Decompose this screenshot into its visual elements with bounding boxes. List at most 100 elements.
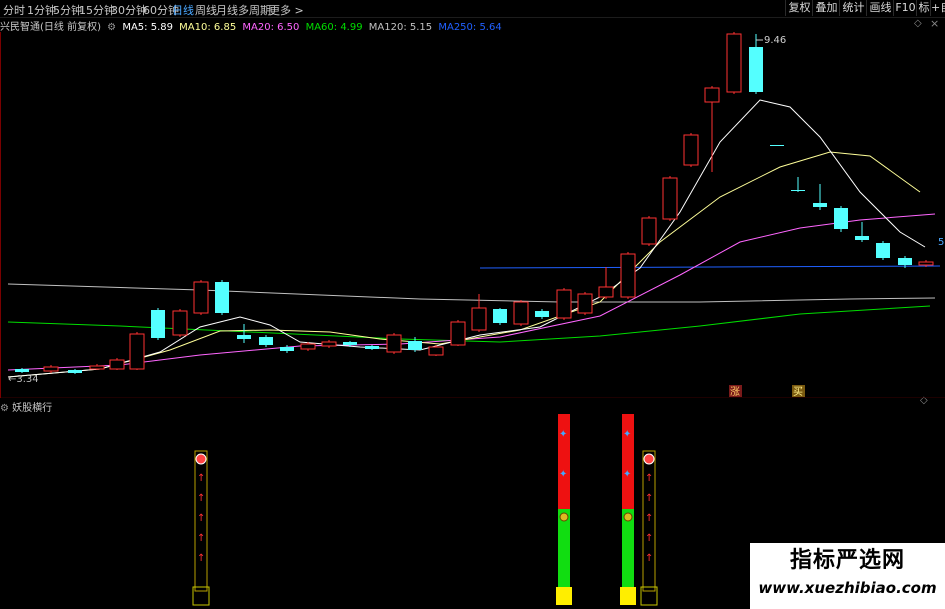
candle-body: [876, 243, 890, 258]
candle: [791, 177, 805, 192]
candle: [641, 216, 657, 246]
candle: [365, 345, 379, 350]
period-toolbar: 分时 1分钟 5分钟 15分钟 30分钟 60分钟 日线 周线 月线 多周期 更…: [0, 0, 945, 18]
rise-marker: 涨: [730, 386, 740, 398]
candle-body: [513, 301, 529, 325]
candle-body: [172, 310, 188, 336]
up-arrow-icon: ↑: [645, 473, 653, 484]
tab-intraday[interactable]: 分时: [3, 2, 25, 18]
candle: [620, 252, 636, 299]
candle: [834, 206, 848, 232]
candle: [813, 184, 827, 210]
ma-legend: 兴民智通(日线 前复权) ⚙ MA5: 5.89 MA10: 6.85 MA20…: [0, 18, 505, 33]
candle: [129, 332, 145, 370]
tab-1min[interactable]: 1分钟: [27, 2, 56, 18]
candle-body: [321, 341, 337, 347]
candle-body: [280, 347, 294, 351]
candlestick-chart[interactable]: 9.46 ←3.34 5 涨 买: [0, 32, 945, 398]
watermark: 指标严选网 www.xuezhibiao.com: [750, 543, 945, 609]
draw-line-button[interactable]: 画线: [866, 0, 894, 16]
up-arrow-icon: ↑: [645, 533, 653, 544]
candle-body: [365, 346, 379, 349]
watermark-title: 指标严选网: [789, 548, 905, 573]
tab-weekly[interactable]: 周线: [195, 2, 217, 18]
right-price-label: 5: [938, 237, 944, 248]
candle-body: [791, 190, 805, 191]
up-arrow-icon: ↑: [197, 533, 205, 544]
candle: [876, 241, 890, 260]
ma60-line: [7, 305, 931, 343]
tab-monthly[interactable]: 月线: [216, 2, 238, 18]
yellow-base: [556, 587, 572, 605]
signal-column: ↑ ↑ ↑ ↑ ↑: [192, 450, 210, 606]
tab-30min[interactable]: 30分钟: [111, 2, 147, 18]
signal-stack: ✦✦: [620, 414, 636, 605]
candle: [386, 333, 402, 354]
candle: [749, 34, 763, 94]
watermark-url: www.xuezhibiao.com: [758, 579, 937, 597]
candle: [215, 280, 229, 315]
candle-body: [620, 253, 636, 298]
candle: [259, 335, 273, 347]
apple-icon: [643, 453, 655, 465]
candle-body: [15, 369, 29, 372]
butterfly-icon: ✦: [623, 429, 631, 440]
candle: [683, 133, 699, 167]
up-arrow-icon: ↑: [645, 553, 653, 564]
candle-body: [386, 334, 402, 353]
candle: [577, 292, 593, 315]
close-icon[interactable]: ×: [930, 17, 939, 30]
add-self-button[interactable]: +自: [930, 0, 945, 16]
butterfly-icon: ✦: [559, 469, 567, 480]
candle-body: [408, 341, 422, 350]
tab-daily[interactable]: 日线: [172, 2, 194, 18]
candle: [493, 308, 507, 325]
high-price-label: 9.46: [764, 35, 786, 46]
butterfly-icon: ✦: [559, 429, 567, 440]
candle-body: [704, 87, 720, 103]
candle-body: [89, 365, 105, 370]
candle-body: [109, 359, 125, 370]
diamond-icon[interactable]: ◇: [914, 18, 922, 29]
candle-body: [215, 282, 229, 313]
f10-button[interactable]: F10: [893, 0, 917, 16]
stats-button[interactable]: 统计: [839, 0, 867, 16]
candle-body: [918, 261, 934, 266]
mark-button[interactable]: 标记: [916, 0, 931, 16]
candle: [704, 86, 720, 172]
candle-body: [598, 286, 614, 298]
candle: [151, 308, 165, 340]
candle-body: [428, 346, 444, 356]
candle-body: [151, 310, 165, 338]
candle: [43, 365, 59, 373]
candle-body: [343, 342, 357, 345]
candle: [193, 280, 209, 315]
up-arrow-icon: ↑: [197, 513, 205, 524]
overlay-button[interactable]: 叠加: [812, 0, 840, 16]
candle: [855, 222, 869, 242]
candle: [280, 345, 294, 353]
candle-body: [577, 293, 593, 314]
tab-5min[interactable]: 5分钟: [53, 2, 82, 18]
adjust-button[interactable]: 复权: [785, 0, 813, 16]
candle-body: [535, 311, 549, 317]
tab-multi-period[interactable]: 多周期: [238, 2, 271, 18]
candle-body: [237, 335, 251, 339]
tab-15min[interactable]: 15分钟: [79, 2, 115, 18]
candle: [172, 309, 188, 337]
candle-body: [898, 258, 912, 265]
candle: [109, 358, 125, 370]
candle-body: [556, 289, 572, 319]
buy-marker: 买: [793, 386, 803, 398]
candle-body: [813, 203, 827, 207]
candle: [89, 364, 105, 370]
candle: [450, 320, 466, 346]
candle-body: [471, 307, 487, 331]
candle-body: [770, 145, 784, 146]
candle: [321, 340, 337, 348]
candle-body: [855, 236, 869, 240]
candle-body: [493, 309, 507, 323]
candle-body: [68, 370, 82, 373]
tab-more[interactable]: 更多 >: [269, 2, 304, 18]
candle-body: [129, 333, 145, 370]
